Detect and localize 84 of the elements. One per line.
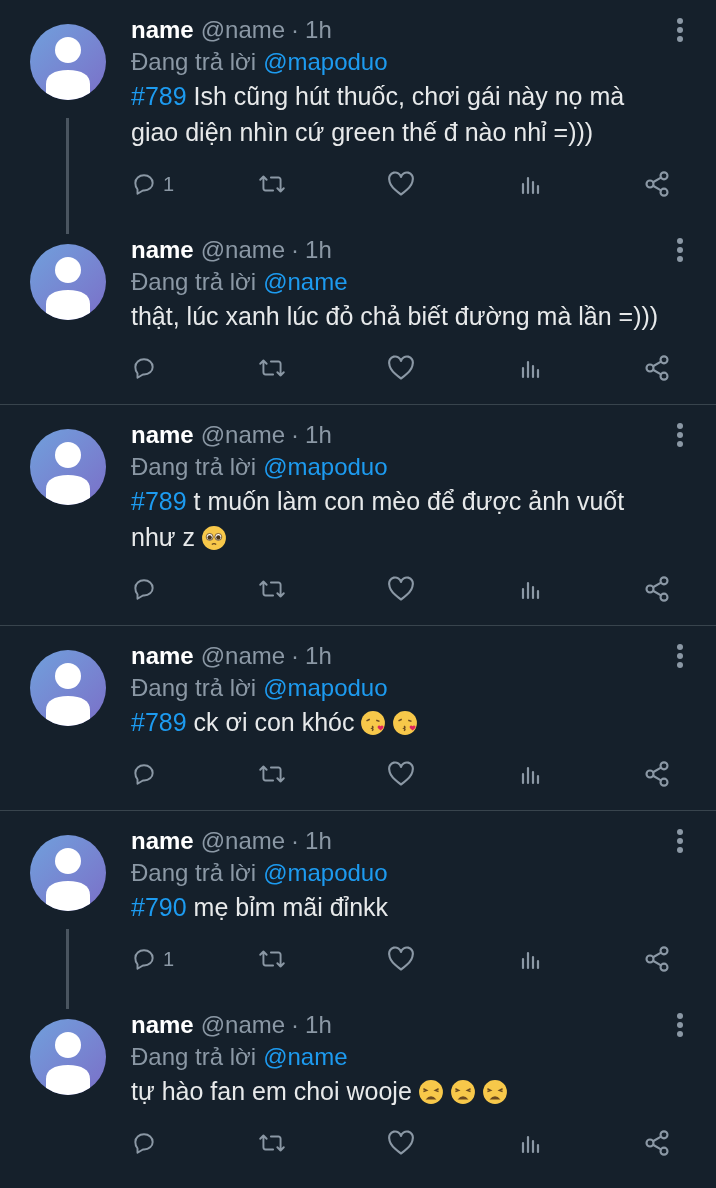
share-icon[interactable]: [643, 575, 671, 603]
emoji-icon: [449, 1079, 476, 1105]
author-handle: @name: [200, 420, 286, 450]
author-handle: @name: [200, 826, 286, 856]
tweet-text: #789 ck ơi con khóc: [131, 704, 671, 740]
separator: ·: [291, 420, 300, 450]
more-icon[interactable]: [676, 17, 684, 43]
more-icon[interactable]: [676, 828, 684, 854]
tweet-text: tự hào fan em choi wooje: [131, 1073, 671, 1109]
reply-count: 1: [163, 172, 175, 197]
more-icon[interactable]: [676, 237, 684, 263]
reply-label: Đang trả lời: [131, 267, 257, 297]
tweet-text: #790 mẹ bỉm mãi đỉnkk: [131, 892, 390, 923]
separator: ·: [291, 15, 300, 45]
person-icon: [43, 34, 92, 100]
author-name[interactable]: name: [131, 638, 194, 674]
emoji-icon: [481, 1079, 508, 1105]
reply-label: Đang trả lời: [131, 1042, 257, 1072]
author-handle: @name: [200, 1010, 286, 1040]
author-handle: @name: [200, 641, 286, 671]
timestamp: 1h: [305, 1010, 332, 1040]
share-icon[interactable]: [643, 354, 671, 382]
tweet-text: thật, lúc xanh lúc đỏ chả biết đường mà lần =))): [131, 301, 660, 332]
mention-link[interactable]: @mapoduo: [263, 670, 388, 706]
reply-icon[interactable]: [131, 761, 157, 787]
reply-label: Đang trả lời: [131, 47, 257, 77]
author-handle: @name: [200, 15, 286, 45]
mention-link[interactable]: @mapoduo: [263, 44, 388, 80]
hashtag-link[interactable]: #790: [131, 893, 187, 921]
hashtag-link[interactable]: #789: [131, 708, 187, 736]
author-name[interactable]: name: [131, 417, 194, 453]
more-icon[interactable]: [676, 422, 684, 448]
timestamp: 1h: [305, 15, 332, 45]
person-icon: [43, 254, 92, 320]
separator: ·: [291, 235, 300, 265]
person-icon: [43, 439, 92, 505]
reply-count: 1: [163, 947, 175, 972]
hashtag-link[interactable]: #789: [131, 82, 187, 110]
timestamp: 1h: [305, 826, 332, 856]
share-icon[interactable]: [643, 1129, 671, 1157]
emoji-icon: [201, 525, 227, 551]
reply-icon[interactable]: [131, 171, 157, 197]
tweet-text: #789 t muốn làm con mèo để được ảnh vuốt như z: [131, 486, 626, 553]
heart-icon[interactable]: [387, 355, 415, 381]
author-name[interactable]: name: [131, 1007, 194, 1043]
person-icon: [43, 1029, 92, 1095]
mention-link[interactable]: @name: [263, 264, 348, 300]
share-icon[interactable]: [643, 170, 671, 198]
heart-icon[interactable]: [387, 576, 415, 602]
emoji-icon: [360, 710, 387, 736]
reply-icon[interactable]: [131, 355, 157, 381]
separator: ·: [291, 826, 300, 856]
heart-icon[interactable]: [387, 171, 415, 197]
more-icon[interactable]: [676, 1012, 684, 1038]
reply-label: Đang trả lời: [131, 858, 257, 888]
share-icon[interactable]: [643, 760, 671, 788]
timestamp: 1h: [305, 420, 332, 450]
person-icon: [43, 845, 92, 911]
tweet-text: #789 Ish cũng hút thuốc, chơi gái này nọ mà giao diện nhìn cứ green thế đ nào nhỉ =))): [131, 81, 626, 148]
mention-link[interactable]: @name: [263, 1039, 348, 1075]
author-name[interactable]: name: [131, 12, 194, 48]
heart-icon[interactable]: [387, 1130, 415, 1156]
separator: ·: [291, 1010, 300, 1040]
reply-label: Đang trả lời: [131, 673, 257, 703]
reply-icon[interactable]: [131, 1130, 157, 1156]
reply-icon[interactable]: [131, 946, 157, 972]
author-name[interactable]: name: [131, 232, 194, 268]
reply-label: Đang trả lời: [131, 452, 257, 482]
emoji-icon: [392, 710, 419, 736]
heart-icon[interactable]: [387, 761, 415, 787]
author-handle: @name: [200, 235, 286, 265]
share-icon[interactable]: [643, 945, 671, 973]
reply-icon[interactable]: [131, 576, 157, 602]
separator: ·: [291, 641, 300, 671]
hashtag-link[interactable]: #789: [131, 487, 187, 515]
timestamp: 1h: [305, 235, 332, 265]
author-name[interactable]: name: [131, 823, 194, 859]
timestamp: 1h: [305, 641, 332, 671]
mention-link[interactable]: @mapoduo: [263, 449, 388, 485]
more-icon[interactable]: [676, 643, 684, 669]
person-icon: [43, 660, 92, 726]
mention-link[interactable]: @mapoduo: [263, 855, 388, 891]
heart-icon[interactable]: [387, 946, 415, 972]
emoji-icon: [417, 1079, 444, 1105]
